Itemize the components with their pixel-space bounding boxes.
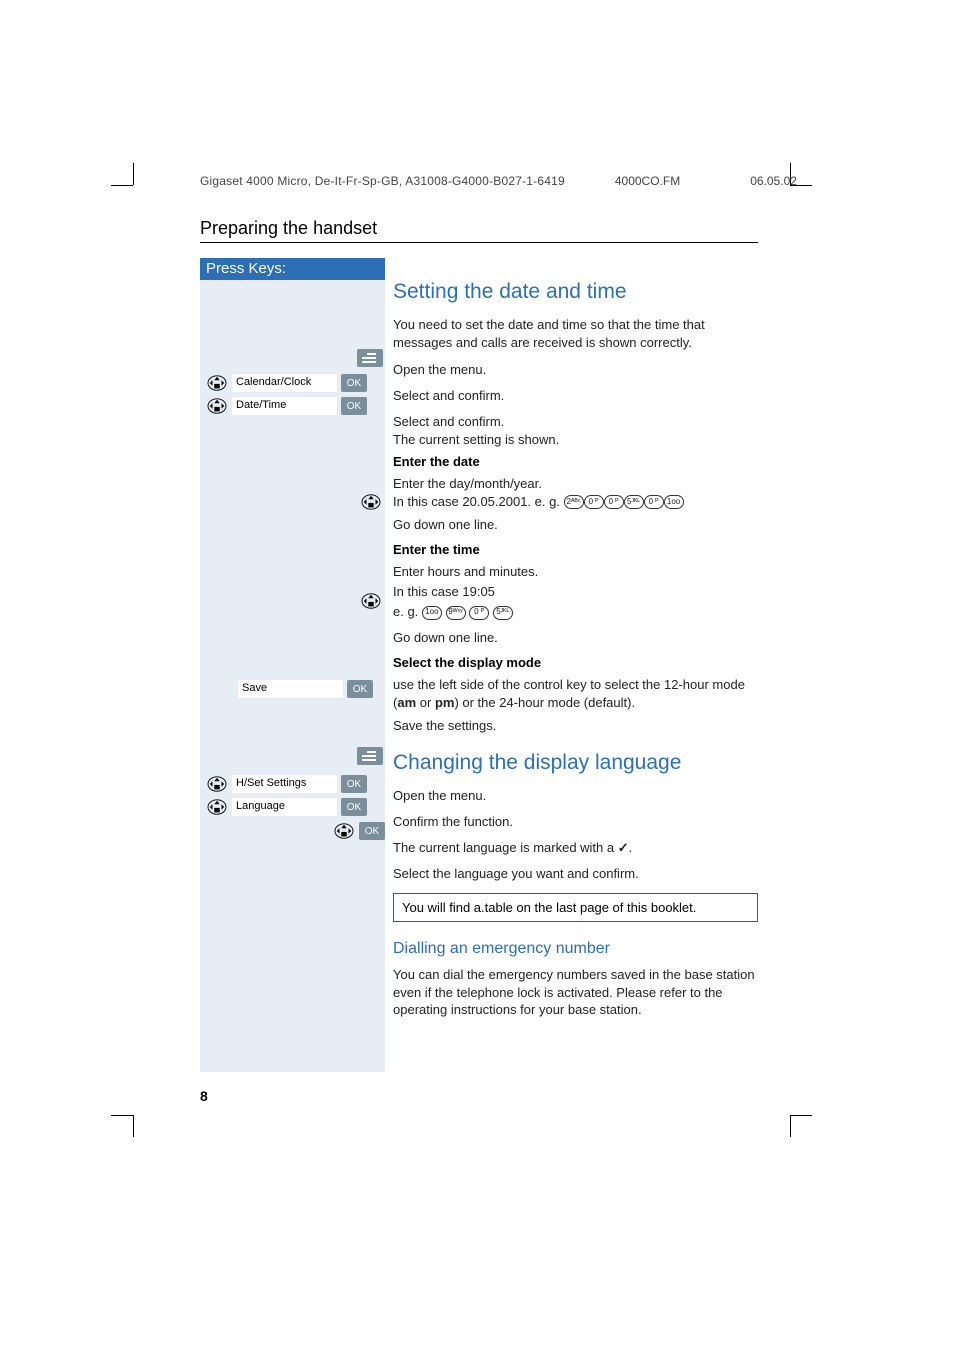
page-number: 8 — [200, 1088, 208, 1104]
enter-time-eg: e. g. — [393, 604, 422, 619]
row-language: Language OK — [206, 796, 367, 818]
step-go-down-2: Go down one line. — [393, 629, 758, 649]
heading-datetime: Setting the date and time — [393, 280, 758, 304]
crop-mark — [111, 185, 133, 186]
nav-icon — [360, 592, 382, 610]
crop-mark — [133, 1115, 134, 1137]
row-calendar-clock: Calendar/Clock OK — [206, 372, 367, 394]
key-icon: 5ᴶᴷᴸ — [624, 495, 644, 509]
lang-confirm: Confirm the function. — [393, 813, 758, 833]
crop-mark — [790, 1115, 791, 1137]
page: Gigaset 4000 Micro, De-It-Fr-Sp-GB, A310… — [0, 0, 954, 1351]
menu-icon — [357, 747, 383, 765]
lang-open-menu: Open the menu. — [393, 787, 758, 807]
ok-button: OK — [341, 798, 367, 816]
ok-button: OK — [359, 822, 385, 840]
section-title: Preparing the handset — [200, 218, 377, 239]
ok-button: OK — [341, 374, 367, 392]
key-icon: 0 ᴾ — [469, 606, 489, 620]
nav-icon — [360, 493, 382, 511]
check-icon: ✓ — [618, 840, 629, 855]
doc-id: Gigaset 4000 Micro, De-It-Fr-Sp-GB, A310… — [200, 174, 565, 188]
heading-emergency: Dialling an emergency number — [393, 940, 758, 958]
doc-file: 4000CO.FM — [615, 174, 680, 188]
key-icon: 1ᴏᴏ — [422, 606, 442, 620]
note-box: You will find a.table on the last page o… — [393, 893, 758, 922]
step-enter-date: Enter the day/month/year. In this case 2… — [393, 475, 758, 510]
label-enter-date: Enter the date — [393, 454, 758, 469]
nav-down-icon — [360, 590, 382, 612]
heading-language: Changing the display language — [393, 751, 758, 775]
key-icon: 0 ᴾ — [644, 495, 664, 509]
nav-icon — [333, 822, 355, 840]
press-keys-bar: Press Keys: — [200, 258, 385, 280]
step-open-menu: Open the menu. — [393, 361, 758, 381]
emergency-para: You can dial the emergency numbers saved… — [393, 966, 758, 1019]
step-select-confirm: Select and confirm. — [393, 387, 758, 407]
crop-mark — [111, 1115, 133, 1116]
doc-date: 06.05.02 — [750, 174, 797, 188]
enter-time-1: Enter hours and minutes. — [393, 563, 758, 583]
menu-label-datetime: Date/Time — [232, 397, 337, 415]
label-enter-time: Enter the time — [393, 542, 758, 557]
row-nav-ok: OK — [333, 820, 385, 842]
step-go-down-1: Go down one line. — [393, 516, 758, 536]
menu-label-calendar: Calendar/Clock — [232, 374, 337, 392]
enter-time-2: In this case 19:05 — [393, 583, 758, 603]
menu-label-hset: H/Set Settings — [232, 775, 337, 793]
row-hset: H/Set Settings OK — [206, 773, 367, 795]
lang-current: The current language is marked with a ✓. — [393, 839, 758, 859]
nav-icon — [206, 775, 228, 793]
menu-icon — [357, 349, 383, 367]
lang-select: Select the language you want and confirm… — [393, 865, 758, 885]
crop-mark — [790, 1115, 812, 1116]
crop-mark — [133, 163, 134, 185]
ok-button: OK — [347, 680, 373, 698]
ok-button: OK — [341, 397, 367, 415]
intro-para: You need to set the date and time so tha… — [393, 316, 758, 351]
enter-date-text: Enter the day/month/year. In this case 2… — [393, 476, 560, 509]
key-icon: 0 ᴾ — [604, 495, 624, 509]
label-select-mode: Select the display mode — [393, 655, 758, 670]
ok-button: OK — [341, 775, 367, 793]
step-save: Save the settings. — [393, 717, 758, 737]
nav-icon — [206, 397, 228, 415]
key-icon: 0 ᴾ — [584, 495, 604, 509]
right-column: Setting the date and time You need to se… — [393, 258, 758, 1029]
enter-time-3: e. g. 1ᴏᴏ 9ᵂˣʸ 0 ᴾ 5ᴶᴷᴸ — [393, 603, 758, 623]
key-icon: 2ᴬᴮᶜ — [564, 495, 584, 509]
key-icon: 9ᵂˣʸ — [446, 606, 466, 620]
lang-current-text: The current language is marked with a — [393, 840, 618, 855]
key-icon: 1ᴏᴏ — [664, 495, 684, 509]
key-icon: 5ᴶᴷᴸ — [493, 606, 513, 620]
menu-label-save: Save — [238, 680, 343, 698]
section-rule — [200, 242, 758, 243]
row-date-time: Date/Time OK — [206, 395, 367, 417]
step-select-mode: use the left side of the control key to … — [393, 676, 758, 711]
nav-icon — [206, 798, 228, 816]
row-save: Save OK — [238, 678, 373, 700]
doc-header: Gigaset 4000 Micro, De-It-Fr-Sp-GB, A310… — [200, 174, 797, 188]
menu-label-language: Language — [232, 798, 337, 816]
step-select-confirm-current: Select and confirm. The current setting … — [393, 413, 758, 448]
nav-icon — [206, 374, 228, 392]
nav-down-icon — [360, 491, 382, 513]
